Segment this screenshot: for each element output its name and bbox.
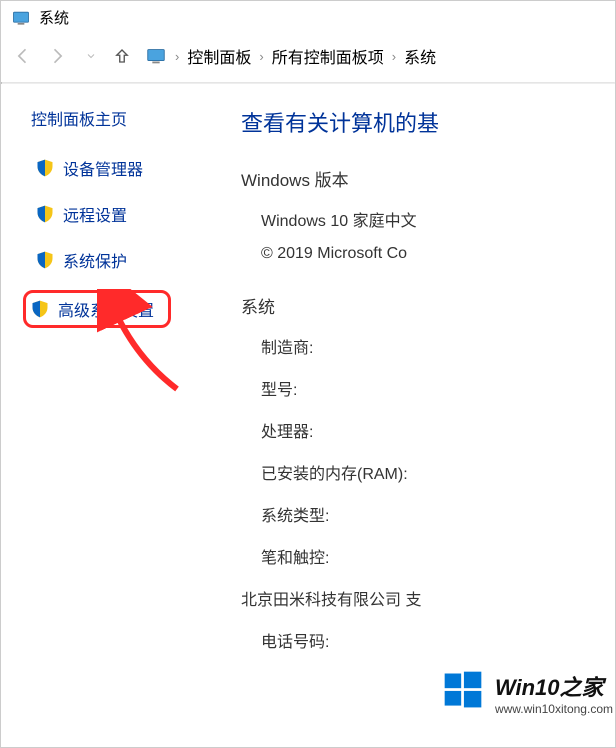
watermark-sub: www.win10xitong.com (495, 702, 613, 716)
up-button[interactable] (113, 47, 131, 65)
watermark: Win10之家 www.win10xitong.com (441, 668, 613, 717)
chevron-right-icon: › (390, 49, 398, 64)
system-section: 系统 制造商: 型号: 处理器: 已安装的内存(RAM): 系统类型: 笔和触控… (241, 293, 615, 652)
row-support: 北京田米科技有限公司 支 (241, 586, 615, 610)
row-ram: 已安装的内存(RAM): (241, 460, 615, 484)
section-title: 系统 (241, 293, 615, 318)
navbar: › 控制面板 › 所有控制面板项 › 系统 (1, 34, 615, 82)
back-button[interactable] (11, 44, 35, 68)
sidebar-item-label: 设备管理器 (63, 156, 143, 180)
sidebar-item-advanced-settings[interactable]: 高级系统设置 (23, 290, 171, 328)
windows-edition: Windows 10 家庭中文 (241, 207, 615, 231)
breadcrumb-item[interactable]: 所有控制面板项 (270, 42, 386, 70)
titlebar: 系统 (1, 1, 615, 34)
sidebar-item-label: 高级系统设置 (58, 297, 154, 321)
section-title: Windows 版本 (241, 166, 615, 191)
sidebar-item-label: 系统保护 (63, 248, 127, 272)
chevron-right-icon: › (257, 49, 265, 64)
row-processor: 处理器: (241, 418, 615, 442)
recent-dropdown[interactable] (79, 44, 103, 68)
forward-button[interactable] (45, 44, 69, 68)
sidebar-item-remote-settings[interactable]: 远程设置 (31, 198, 191, 230)
windows-version-section: Windows 版本 Windows 10 家庭中文 © 2019 Micros… (241, 166, 615, 263)
watermark-title: Win10之家 (495, 670, 613, 702)
shield-icon (30, 299, 50, 319)
breadcrumb-item[interactable]: 控制面板 (185, 42, 253, 70)
row-phone: 电话号码: (241, 628, 615, 652)
main-panel: 查看有关计算机的基 Windows 版本 Windows 10 家庭中文 © 2… (201, 84, 615, 682)
shield-icon (35, 158, 55, 178)
windows-logo-icon (441, 668, 485, 717)
page-heading: 查看有关计算机的基 (241, 106, 615, 138)
row-systype: 系统类型: (241, 502, 615, 526)
sidebar-item-label: 远程设置 (63, 202, 127, 226)
shield-icon (35, 204, 55, 224)
sidebar-item-system-protection[interactable]: 系统保护 (31, 244, 191, 276)
shield-icon (35, 250, 55, 270)
sidebar: 控制面板主页 设备管理器 远程设置 系统保护 高级系统设置 (1, 84, 201, 682)
chevron-right-icon: › (173, 49, 181, 64)
windows-copyright: © 2019 Microsoft Co (241, 245, 615, 263)
row-model: 型号: (241, 376, 615, 400)
sidebar-item-device-manager[interactable]: 设备管理器 (31, 152, 191, 184)
system-icon (11, 8, 31, 28)
row-pentouch: 笔和触控: (241, 544, 615, 568)
row-manufacturer: 制造商: (241, 334, 615, 358)
breadcrumb: › 控制面板 › 所有控制面板项 › 系统 (145, 42, 438, 70)
breadcrumb-item[interactable]: 系统 (402, 42, 438, 70)
titlebar-title: 系统 (39, 7, 69, 28)
sidebar-title[interactable]: 控制面板主页 (31, 106, 191, 130)
control-panel-icon (145, 45, 167, 67)
